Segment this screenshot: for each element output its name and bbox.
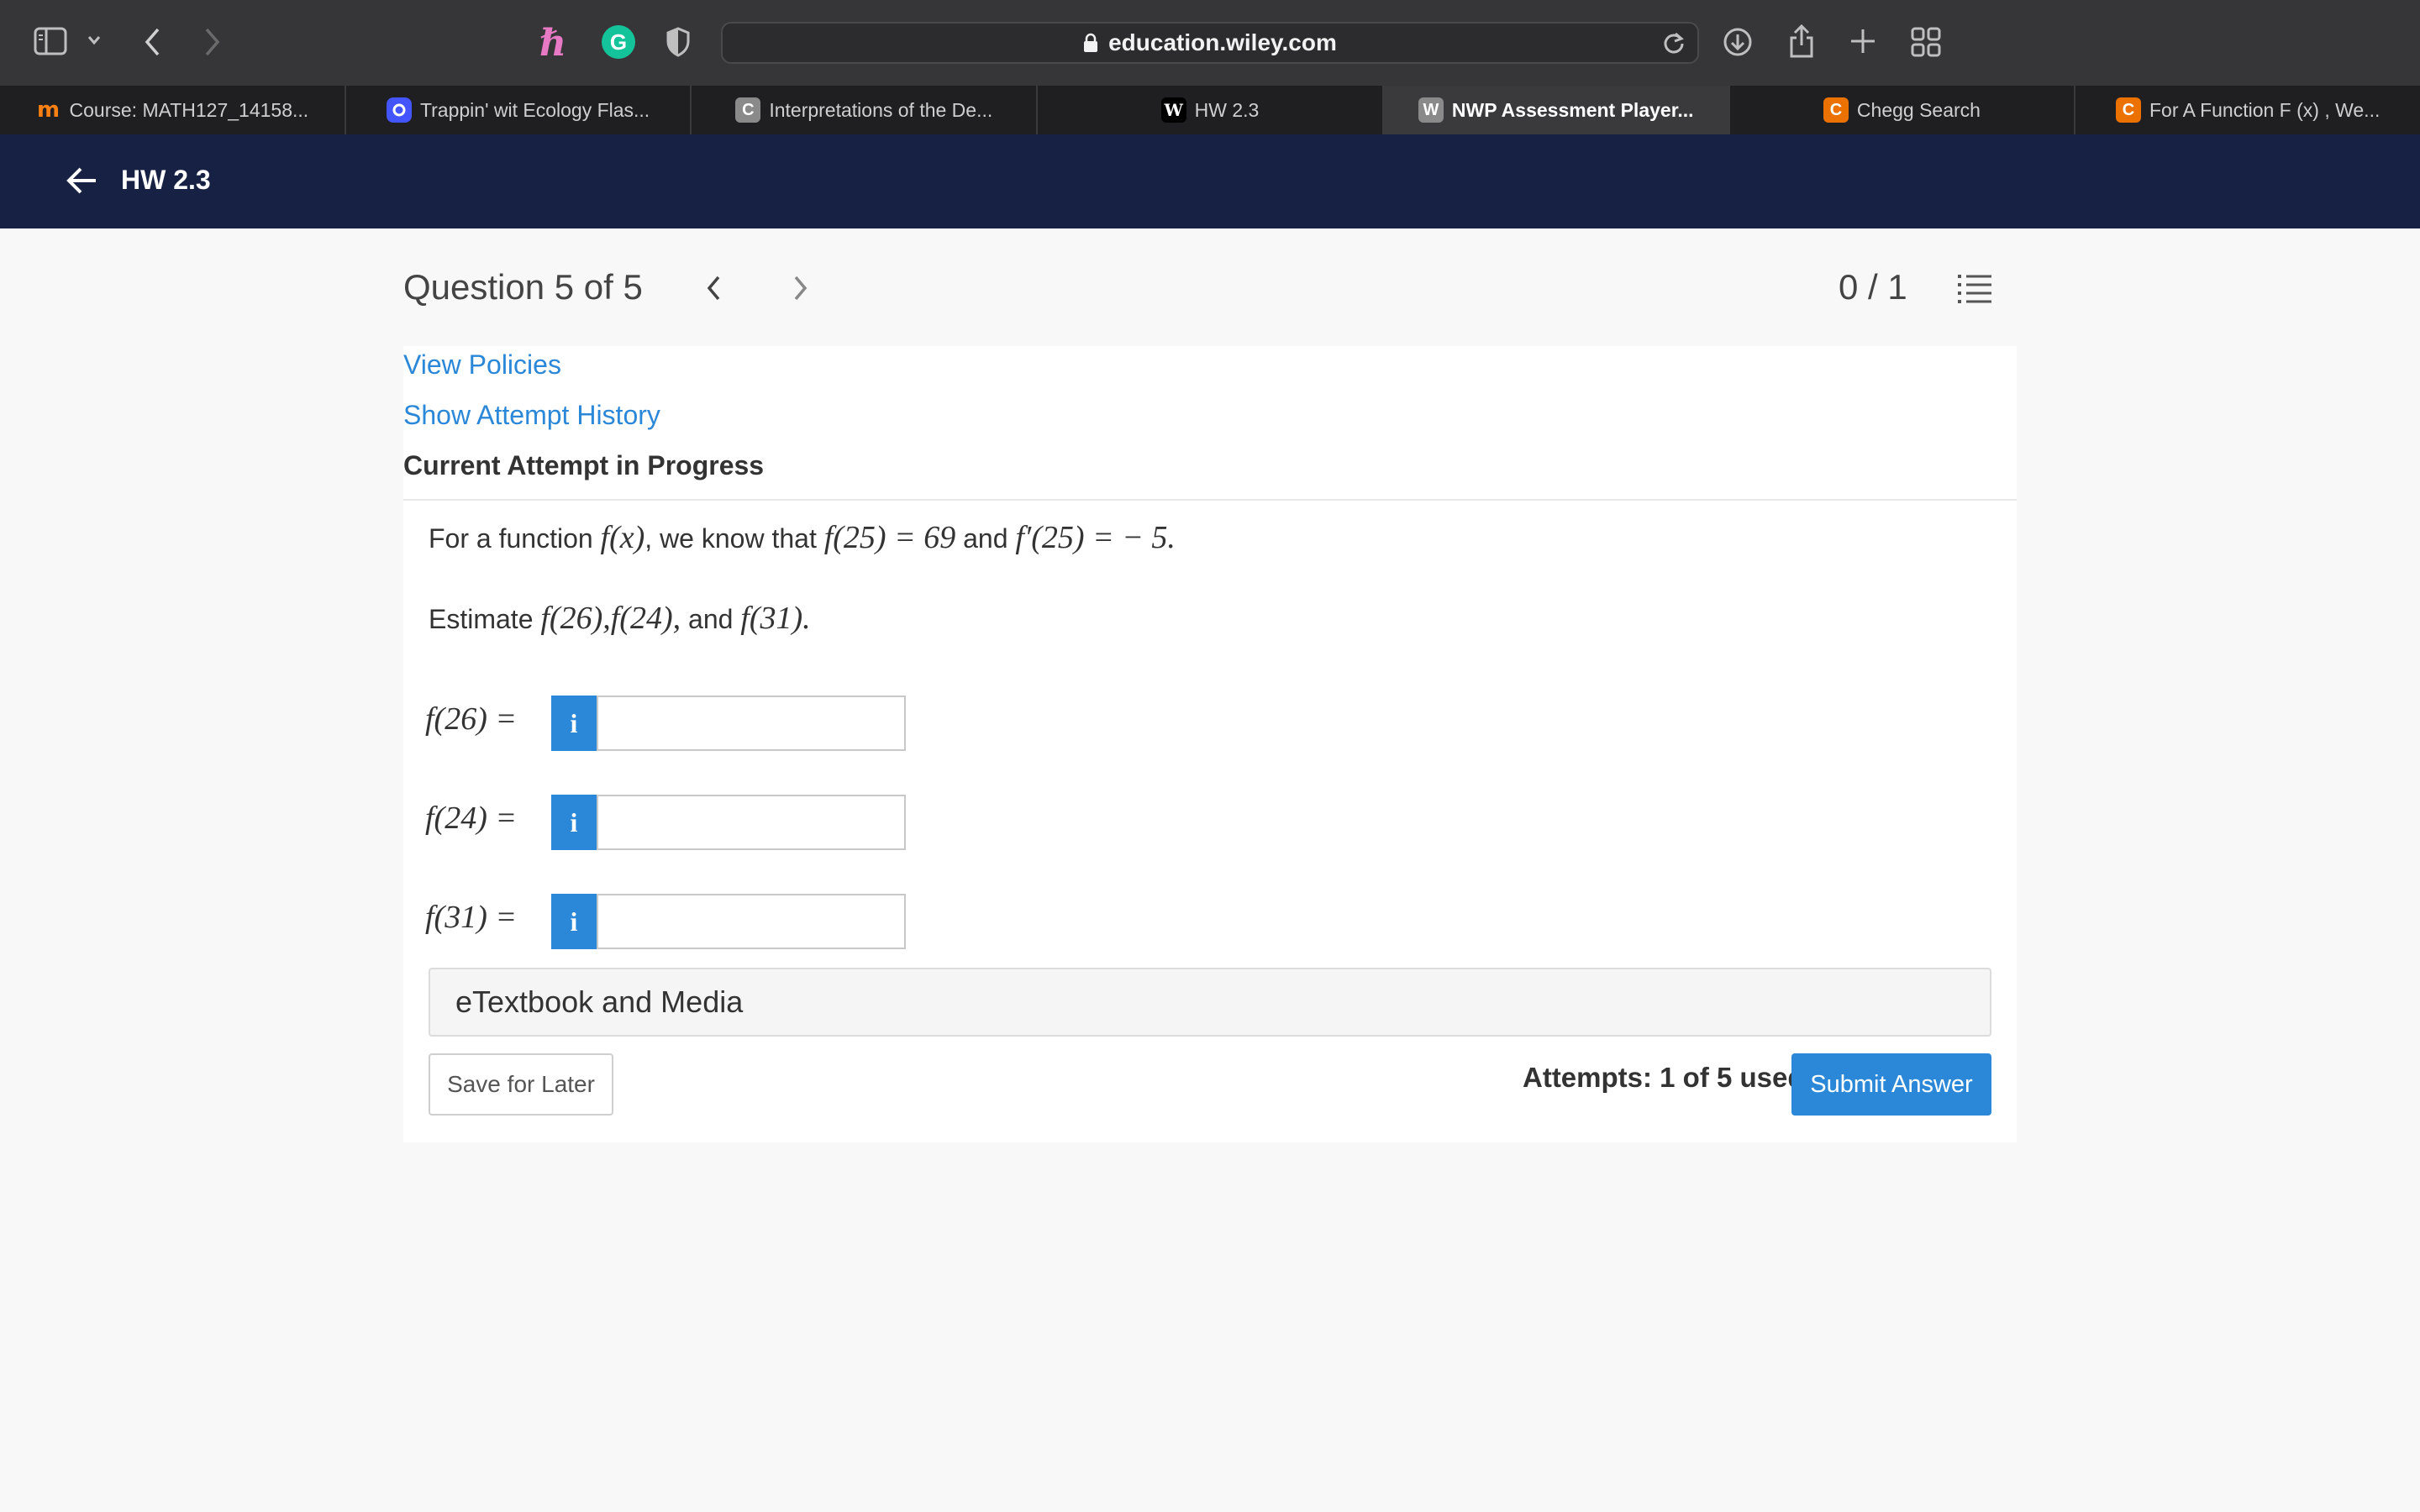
tab-hw-2-3[interactable]: W HW 2.3	[1038, 86, 1384, 134]
forward-icon[interactable]	[202, 27, 222, 57]
wiley-w-icon: W	[1160, 97, 1186, 123]
tab-course-math127[interactable]: m Course: MATH127_14158...	[0, 86, 346, 134]
url-text: education.wiley.com	[1108, 29, 1337, 55]
wiley-w-icon: W	[1418, 97, 1444, 123]
attempt-heading: Current Attempt in Progress	[403, 450, 765, 480]
tab-ecology-flashcards[interactable]: Trappin' wit Ecology Flas...	[346, 86, 692, 134]
answer-input-f31[interactable]	[597, 894, 906, 949]
tab-label: NWP Assessment Player...	[1451, 98, 1694, 121]
info-icon[interactable]: i	[551, 894, 597, 949]
question-instruction: Estimate f(26),f(24), and f(31).	[429, 601, 811, 636]
quizlet-icon	[386, 97, 412, 123]
c-icon: C	[735, 97, 761, 123]
back-icon[interactable]	[143, 27, 163, 57]
tab-chegg-function[interactable]: C For A Function F (x) , We...	[2075, 86, 2420, 134]
previous-question-icon[interactable]	[704, 274, 723, 307]
tab-label: HW 2.3	[1194, 98, 1260, 121]
answer-input-f26[interactable]	[597, 696, 906, 751]
etextbook-label: eTextbook and Media	[455, 984, 744, 1019]
answer-label: f(24) =	[425, 801, 518, 836]
page-title: HW 2.3	[121, 165, 211, 195]
tab-label: Trappin' wit Ecology Flas...	[419, 98, 650, 121]
math-f-x: f(x)	[600, 520, 645, 555]
tab-chegg-search[interactable]: C Chegg Search	[1730, 86, 2076, 134]
reload-icon[interactable]	[1662, 31, 1686, 59]
browser-toolbar: ℏ G education.wiley.com	[0, 0, 2420, 86]
show-attempt-history-link[interactable]: Show Attempt History	[403, 400, 660, 431]
answer-label: f(26) =	[425, 701, 518, 737]
downloads-icon[interactable]	[1723, 27, 1753, 57]
question-card: View Policies Show Attempt History Curre…	[403, 346, 2017, 1142]
grammarly-icon[interactable]: G	[602, 25, 635, 59]
save-for-later-button[interactable]: Save for Later	[429, 1053, 613, 1116]
lock-icon	[1083, 33, 1098, 53]
tab-interpretations-derivative[interactable]: C Interpretations of the De...	[692, 86, 1039, 134]
tab-label: Chegg Search	[1856, 98, 1981, 121]
sidebar-toggle-icon[interactable]	[34, 27, 67, 55]
attempts-counter: Attempts: 1 of 5 used	[1523, 1062, 1805, 1093]
hypothesis-extension-icon[interactable]: ℏ	[539, 22, 566, 65]
moodle-m-icon: m	[36, 97, 60, 123]
submit-answer-button[interactable]: Submit Answer	[1791, 1053, 1991, 1116]
privacy-shield-icon[interactable]	[666, 27, 691, 57]
tab-label: For A Function F (x) , We...	[2149, 98, 2381, 121]
tab-label: Interpretations of the De...	[769, 98, 993, 121]
tab-label: Course: MATH127_14158...	[69, 98, 309, 121]
next-question-icon[interactable]	[792, 274, 810, 307]
tab-bar: m Course: MATH127_14158... Trappin' wit …	[0, 86, 2420, 134]
math-f-24: f(24),	[610, 601, 681, 636]
tab-nwp-assessment-player[interactable]: W NWP Assessment Player...	[1383, 86, 1730, 134]
question-statement: For a function f(x), we know that f(25) …	[429, 520, 1176, 555]
divider	[403, 499, 2017, 501]
question-list-icon[interactable]	[1956, 272, 1993, 308]
etextbook-media-panel[interactable]: eTextbook and Media	[429, 968, 1991, 1037]
math-f-25: f(25) = 69	[823, 520, 956, 555]
answer-label: f(31) =	[425, 900, 518, 935]
math-f-prime-25: f′(25) = − 5.	[1015, 520, 1176, 555]
info-icon[interactable]: i	[551, 795, 597, 850]
math-f-26: f(26),	[540, 601, 611, 636]
question-title: Question 5 of 5	[403, 267, 643, 307]
new-tab-icon[interactable]	[1849, 27, 1877, 55]
share-icon[interactable]	[1788, 24, 1815, 59]
app-header: HW 2.3	[0, 134, 2420, 228]
tab-overview-icon[interactable]	[1911, 27, 1941, 57]
chegg-c-icon: C	[1823, 97, 1849, 123]
address-bar[interactable]: education.wiley.com	[721, 22, 1699, 64]
math-f-31: f(31).	[740, 601, 811, 636]
chegg-c-icon: C	[2115, 97, 2141, 123]
chevron-down-icon[interactable]	[87, 35, 101, 45]
answer-input-f24[interactable]	[597, 795, 906, 850]
question-score: 0 / 1	[1839, 267, 1907, 307]
back-arrow-icon[interactable]	[66, 166, 97, 199]
info-icon[interactable]: i	[551, 696, 597, 751]
view-policies-link[interactable]: View Policies	[403, 349, 561, 381]
